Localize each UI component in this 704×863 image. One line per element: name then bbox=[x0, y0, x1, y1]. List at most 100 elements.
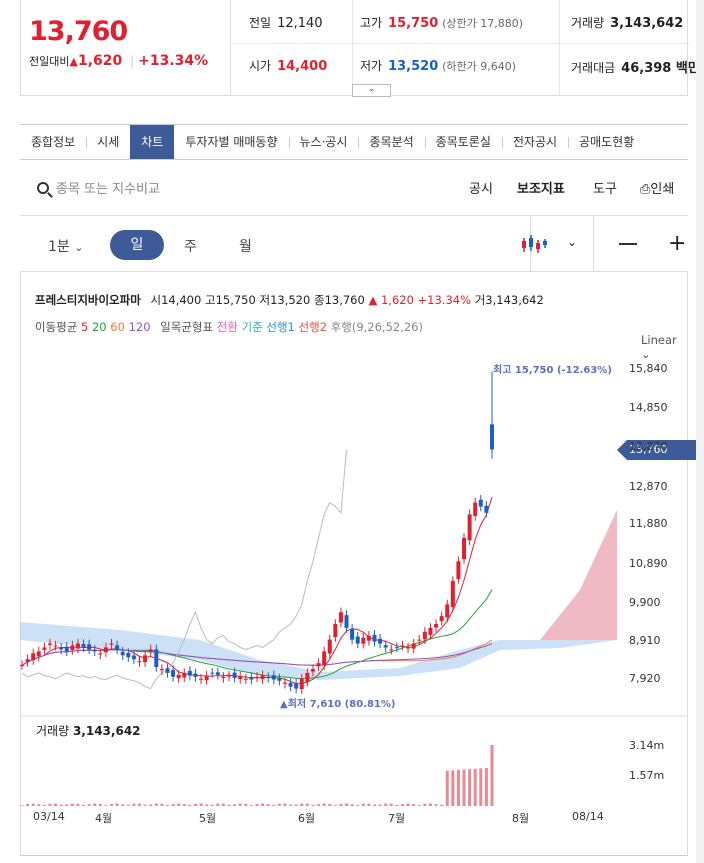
candle-body bbox=[383, 645, 388, 648]
volume-bar bbox=[428, 803, 432, 806]
volume-bar bbox=[205, 804, 209, 806]
y-tick-label: 13,870 bbox=[629, 440, 668, 453]
y-tick-label: 15,840 bbox=[629, 362, 668, 375]
volume-bar bbox=[345, 803, 349, 806]
candle-body bbox=[422, 631, 427, 640]
x-tick-label: 4월 bbox=[95, 812, 113, 825]
volume-bar bbox=[149, 804, 153, 806]
volume-tick-label: 3.14m bbox=[629, 739, 665, 752]
volume-bar bbox=[93, 803, 97, 806]
candle-body bbox=[120, 651, 125, 656]
ma5-line bbox=[21, 497, 493, 685]
candle-body bbox=[215, 672, 220, 675]
candle-body bbox=[456, 561, 461, 580]
volume-bar bbox=[378, 804, 382, 806]
volume-bar bbox=[160, 803, 164, 806]
volume-bar bbox=[165, 805, 169, 806]
candle-body bbox=[182, 672, 187, 678]
candle-body bbox=[159, 668, 164, 671]
candle-body bbox=[204, 675, 209, 681]
candle-body bbox=[417, 639, 422, 641]
y-tick-label: 14,850 bbox=[629, 401, 668, 414]
volume-bar bbox=[121, 804, 125, 806]
scrollbar[interactable] bbox=[696, 0, 704, 863]
volume-bar bbox=[65, 804, 69, 806]
volume-bar bbox=[177, 803, 181, 806]
low-annotation: ▲최저 7,610 (80.81%) bbox=[280, 699, 396, 710]
candle-body bbox=[53, 645, 58, 647]
y-tick-label: 8,910 bbox=[629, 634, 661, 647]
volume-bar bbox=[182, 804, 186, 806]
x-tick-label: 08/14 bbox=[572, 810, 604, 823]
volume-bar bbox=[216, 803, 220, 806]
volume-bar bbox=[294, 804, 298, 806]
volume-bar bbox=[227, 804, 231, 806]
volume-bar bbox=[233, 804, 237, 806]
candle-body bbox=[355, 636, 360, 644]
volume-bar bbox=[373, 804, 376, 806]
volume-bar bbox=[328, 803, 332, 806]
volume-bar bbox=[406, 803, 410, 806]
volume-bar bbox=[451, 770, 455, 806]
volume-bar bbox=[210, 804, 214, 806]
candle-body bbox=[31, 653, 36, 661]
candle-body bbox=[210, 672, 215, 674]
candle-body bbox=[344, 615, 349, 628]
volume-bar bbox=[249, 805, 253, 806]
volume-bar bbox=[238, 803, 242, 806]
volume-bar bbox=[31, 803, 35, 806]
y-tick-label: 12,870 bbox=[629, 480, 668, 493]
x-tick-label: 03/14 bbox=[33, 810, 65, 823]
volume-bar bbox=[76, 803, 80, 806]
candle-body bbox=[310, 668, 315, 672]
candle-body bbox=[299, 678, 304, 690]
volume-bar bbox=[283, 803, 287, 806]
candle-body bbox=[271, 675, 276, 680]
ichimoku-cloud-bear bbox=[540, 510, 617, 640]
candle-body bbox=[64, 646, 69, 652]
candle-body bbox=[490, 424, 494, 450]
candle-body bbox=[20, 665, 24, 667]
candle-body bbox=[42, 647, 47, 650]
candle-body bbox=[148, 649, 153, 653]
candle-body bbox=[109, 643, 114, 645]
volume-bar bbox=[188, 805, 192, 806]
volume-bar bbox=[126, 804, 130, 806]
volume-bar bbox=[54, 803, 58, 806]
volume-bar bbox=[115, 803, 119, 806]
x-tick-label: 5월 bbox=[199, 812, 217, 825]
x-tick-label: 7월 bbox=[388, 812, 406, 825]
candle-body bbox=[255, 676, 259, 678]
candle-body bbox=[154, 649, 159, 668]
high-annotation: 최고 15,750 (-12.63%) bbox=[493, 365, 612, 376]
candle-body bbox=[221, 676, 226, 678]
y-tick-label: 11,880 bbox=[629, 517, 668, 530]
candle-body bbox=[294, 683, 299, 689]
candle-body bbox=[439, 616, 444, 621]
volume-bar bbox=[300, 803, 304, 806]
volume-bar bbox=[333, 805, 337, 806]
candle-body bbox=[143, 655, 148, 663]
candle-body bbox=[260, 675, 265, 680]
volume-bar bbox=[361, 803, 365, 806]
volume-bar bbox=[266, 804, 270, 806]
volume-bar bbox=[468, 769, 472, 806]
candle-body bbox=[478, 499, 483, 507]
volume-bar bbox=[82, 804, 86, 806]
candle-body bbox=[137, 661, 142, 663]
volume-bar bbox=[289, 804, 293, 806]
candle-body bbox=[411, 643, 416, 649]
volume-bar bbox=[132, 803, 136, 806]
candle-body bbox=[450, 580, 455, 608]
y-tick-label: 7,920 bbox=[629, 672, 661, 685]
volume-bar bbox=[255, 803, 259, 806]
volume-bar bbox=[395, 804, 399, 806]
candle-body bbox=[165, 668, 170, 673]
candle-body bbox=[288, 682, 293, 687]
volume-bar bbox=[484, 767, 488, 806]
candle-body bbox=[400, 645, 405, 647]
candle-body bbox=[126, 652, 131, 658]
candle-body bbox=[445, 604, 450, 618]
candle-body bbox=[350, 628, 355, 640]
candle-body bbox=[70, 645, 75, 651]
